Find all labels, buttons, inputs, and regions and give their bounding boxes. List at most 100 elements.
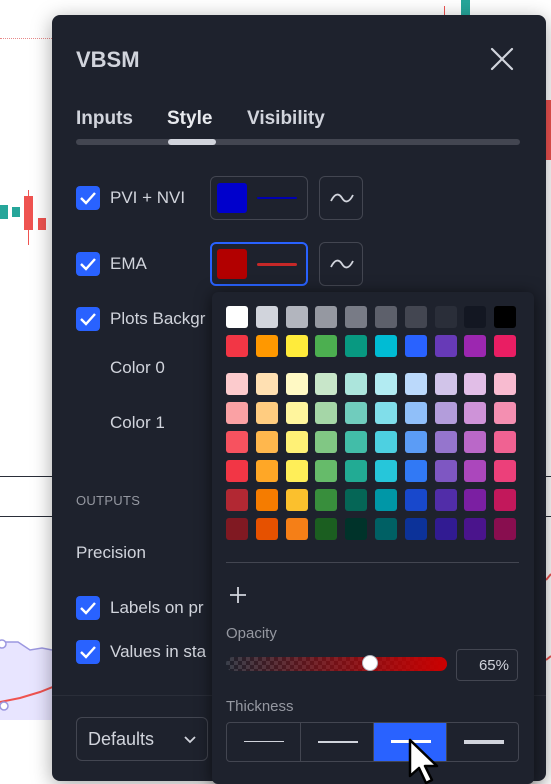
pvi-nvi-color-button[interactable] <box>210 176 308 220</box>
palette-color-swatch[interactable] <box>494 373 516 395</box>
palette-color-swatch[interactable] <box>405 306 427 328</box>
pvi-nvi-plot-style-button[interactable] <box>319 176 363 220</box>
palette-color-swatch[interactable] <box>435 431 457 453</box>
palette-color-swatch[interactable] <box>494 489 516 511</box>
palette-color-swatch[interactable] <box>226 402 248 424</box>
palette-color-swatch[interactable] <box>286 489 308 511</box>
pvi-nvi-checkbox[interactable] <box>76 186 100 210</box>
palette-color-swatch[interactable] <box>405 460 427 482</box>
palette-color-swatch[interactable] <box>256 306 278 328</box>
opacity-slider-handle[interactable] <box>362 655 378 671</box>
palette-color-swatch[interactable] <box>286 335 308 357</box>
palette-color-swatch[interactable] <box>494 335 516 357</box>
palette-color-swatch[interactable] <box>226 489 248 511</box>
palette-color-swatch[interactable] <box>375 460 397 482</box>
palette-color-swatch[interactable] <box>405 431 427 453</box>
palette-color-swatch[interactable] <box>375 489 397 511</box>
palette-color-swatch[interactable] <box>226 335 248 357</box>
palette-color-swatch[interactable] <box>256 373 278 395</box>
palette-color-swatch[interactable] <box>405 489 427 511</box>
palette-color-swatch[interactable] <box>345 489 367 511</box>
add-custom-color-button[interactable] <box>228 585 248 605</box>
palette-color-swatch[interactable] <box>464 373 486 395</box>
palette-color-swatch[interactable] <box>494 460 516 482</box>
palette-color-swatch[interactable] <box>494 431 516 453</box>
palette-color-swatch[interactable] <box>286 431 308 453</box>
palette-color-swatch[interactable] <box>315 518 337 540</box>
palette-color-swatch[interactable] <box>435 489 457 511</box>
palette-color-swatch[interactable] <box>464 460 486 482</box>
palette-color-swatch[interactable] <box>345 402 367 424</box>
opacity-slider-track[interactable] <box>226 657 447 671</box>
palette-color-swatch[interactable] <box>226 306 248 328</box>
palette-color-swatch[interactable] <box>315 335 337 357</box>
palette-color-swatch[interactable] <box>405 402 427 424</box>
palette-color-swatch[interactable] <box>315 431 337 453</box>
palette-color-swatch[interactable] <box>435 460 457 482</box>
palette-color-swatch[interactable] <box>226 518 248 540</box>
palette-color-swatch[interactable] <box>226 431 248 453</box>
palette-color-swatch[interactable] <box>345 306 367 328</box>
palette-color-swatch[interactable] <box>256 402 278 424</box>
palette-color-swatch[interactable] <box>464 431 486 453</box>
palette-color-swatch[interactable] <box>315 373 337 395</box>
palette-color-swatch[interactable] <box>256 431 278 453</box>
palette-color-swatch[interactable] <box>315 306 337 328</box>
thickness-option-1[interactable] <box>227 723 300 761</box>
palette-color-swatch[interactable] <box>435 306 457 328</box>
palette-color-swatch[interactable] <box>435 518 457 540</box>
palette-color-swatch[interactable] <box>315 460 337 482</box>
tab-visibility[interactable]: Visibility <box>247 108 325 130</box>
palette-color-swatch[interactable] <box>464 489 486 511</box>
values-in-status-line-checkbox[interactable] <box>76 640 100 664</box>
palette-color-swatch[interactable] <box>286 373 308 395</box>
palette-color-swatch[interactable] <box>375 431 397 453</box>
palette-color-swatch[interactable] <box>226 373 248 395</box>
palette-color-swatch[interactable] <box>464 402 486 424</box>
palette-color-swatch[interactable] <box>375 335 397 357</box>
labels-on-price-scale-checkbox[interactable] <box>76 596 100 620</box>
palette-color-swatch[interactable] <box>345 431 367 453</box>
thickness-option-4[interactable] <box>446 723 518 761</box>
palette-color-swatch[interactable] <box>494 402 516 424</box>
palette-color-swatch[interactable] <box>256 335 278 357</box>
defaults-dropdown-button[interactable]: Defaults <box>76 717 208 761</box>
palette-color-swatch[interactable] <box>494 518 516 540</box>
palette-color-swatch[interactable] <box>345 518 367 540</box>
palette-color-swatch[interactable] <box>375 373 397 395</box>
palette-color-swatch[interactable] <box>494 306 516 328</box>
palette-color-swatch[interactable] <box>286 460 308 482</box>
ema-checkbox[interactable] <box>76 252 100 276</box>
ema-plot-style-button[interactable] <box>319 242 363 286</box>
palette-color-swatch[interactable] <box>345 460 367 482</box>
ema-color-button[interactable] <box>210 242 308 286</box>
plots-background-checkbox[interactable] <box>76 307 100 331</box>
palette-color-swatch[interactable] <box>435 335 457 357</box>
tab-style[interactable]: Style <box>167 108 212 130</box>
palette-color-swatch[interactable] <box>226 460 248 482</box>
palette-color-swatch[interactable] <box>405 335 427 357</box>
palette-color-swatch[interactable] <box>405 373 427 395</box>
palette-color-swatch[interactable] <box>315 489 337 511</box>
palette-color-swatch[interactable] <box>256 489 278 511</box>
palette-color-swatch[interactable] <box>435 402 457 424</box>
opacity-input[interactable]: 65% <box>456 649 518 681</box>
palette-color-swatch[interactable] <box>286 518 308 540</box>
palette-color-swatch[interactable] <box>405 518 427 540</box>
palette-color-swatch[interactable] <box>256 460 278 482</box>
palette-color-swatch[interactable] <box>375 518 397 540</box>
palette-color-swatch[interactable] <box>435 373 457 395</box>
palette-color-swatch[interactable] <box>286 402 308 424</box>
palette-color-swatch[interactable] <box>464 306 486 328</box>
palette-color-swatch[interactable] <box>375 306 397 328</box>
close-button[interactable] <box>488 45 516 73</box>
palette-color-swatch[interactable] <box>464 518 486 540</box>
palette-color-swatch[interactable] <box>345 373 367 395</box>
tab-inputs[interactable]: Inputs <box>76 108 133 130</box>
palette-color-swatch[interactable] <box>375 402 397 424</box>
palette-color-swatch[interactable] <box>256 518 278 540</box>
palette-color-swatch[interactable] <box>286 306 308 328</box>
palette-color-swatch[interactable] <box>345 335 367 357</box>
palette-color-swatch[interactable] <box>315 402 337 424</box>
palette-color-swatch[interactable] <box>464 335 486 357</box>
